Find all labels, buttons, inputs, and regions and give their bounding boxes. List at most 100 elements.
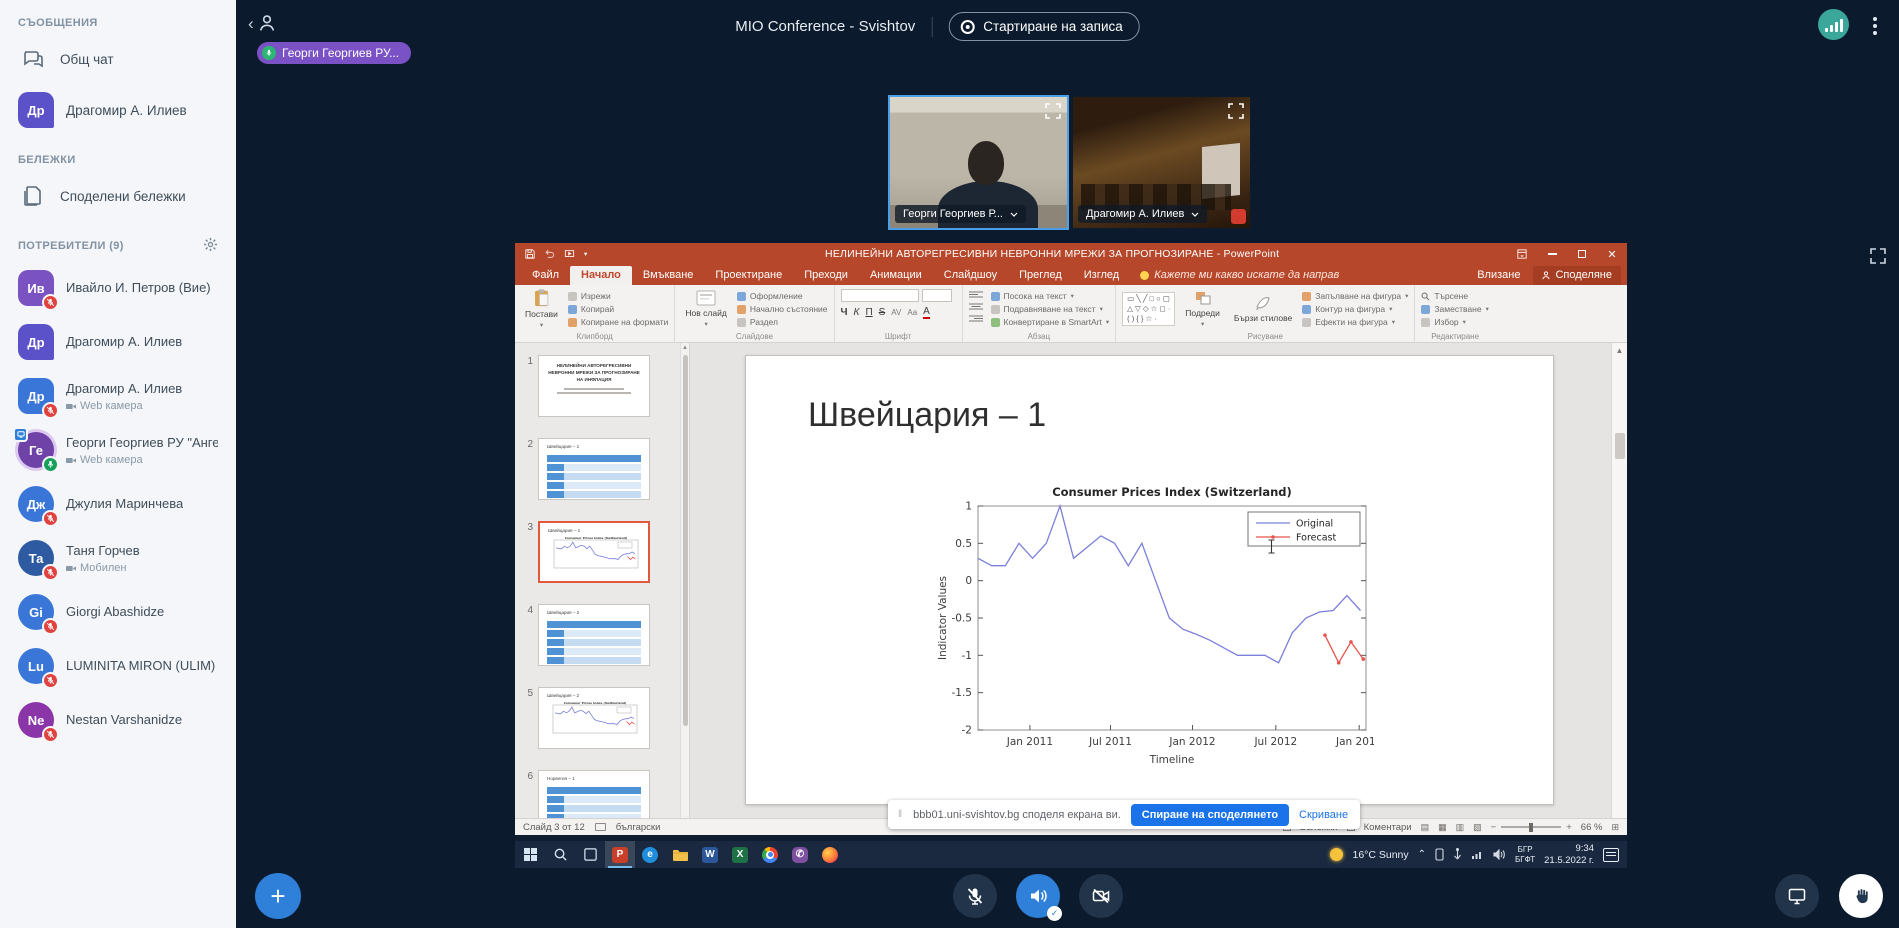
- expand-icon[interactable]: [1227, 102, 1245, 120]
- proofing-language[interactable]: български: [616, 822, 661, 833]
- toggle-userlist-button[interactable]: ‹: [248, 12, 278, 34]
- device-icon[interactable]: [1435, 848, 1444, 861]
- active-talker-badge[interactable]: Георги Георгиев РУ...: [257, 42, 411, 64]
- slide-thumbnail-2[interactable]: 2Швейцария – 1: [521, 438, 675, 500]
- ppt-titlebar[interactable]: ▾ НЕЛИНЕЙНИ АВТОРЕГРЕСИВНИ НЕВРОННИ МРЕЖ…: [515, 243, 1627, 265]
- shapes-gallery[interactable]: ▭ ╲ ╱ □ ○ ▢△ ▽ ◇ ☆ ◻ ·( ) { } ☆ ·: [1122, 292, 1175, 326]
- slide-thumbnail-6[interactable]: 6Норвегия – 1: [521, 770, 675, 818]
- taskbar-chrome[interactable]: [755, 841, 785, 868]
- connection-status-icon[interactable]: [1818, 9, 1849, 40]
- private-chat-item[interactable]: Др Драгомир А. Илиев: [0, 83, 236, 137]
- shape-outline-button[interactable]: Контур на фигура▾: [1302, 304, 1408, 314]
- weather-icon[interactable]: [1330, 848, 1343, 861]
- slide-sorter-icon[interactable]: ▦: [1438, 822, 1447, 833]
- align-left-icon[interactable]: [969, 291, 983, 299]
- quick-styles-button[interactable]: Бързи стилове: [1230, 289, 1296, 329]
- restore-button[interactable]: [1567, 243, 1597, 265]
- copy-button[interactable]: Копирай: [568, 304, 669, 314]
- user-list-item[interactable]: NeNestan Varshanidze: [0, 693, 236, 747]
- ppt-tab-2[interactable]: Вмъкване: [632, 266, 705, 285]
- presentation-fullscreen-icon[interactable]: [1868, 246, 1888, 266]
- stop-sharing-button[interactable]: Спиране на споделянето: [1131, 804, 1289, 826]
- smartart-button[interactable]: Конвертиране в SmartArt▾: [991, 317, 1110, 327]
- new-slide-button[interactable]: Нов слайд▾: [681, 289, 730, 329]
- ppt-tab-4[interactable]: Преходи: [793, 266, 859, 285]
- section-button[interactable]: Раздел: [737, 317, 828, 327]
- hide-toast-link[interactable]: Скриване: [1299, 809, 1348, 821]
- user-list-item[interactable]: ДрДрагомир А. Илиев: [0, 315, 236, 369]
- font-size-combobox[interactable]: [922, 289, 952, 302]
- audio-device-badge[interactable]: ✓: [1047, 906, 1062, 921]
- shape-fill-button[interactable]: Запълване на фигура▾: [1302, 291, 1408, 301]
- quick-access-toolbar[interactable]: ▾: [515, 249, 597, 259]
- shared-notes-item[interactable]: Споделени бележки: [0, 172, 236, 220]
- select-button[interactable]: Избор▾: [1421, 317, 1488, 327]
- ppt-tab-6[interactable]: Слайдшоу: [933, 266, 1008, 285]
- actions-plus-button[interactable]: +: [255, 873, 301, 919]
- minimize-presentation-button[interactable]: [1775, 874, 1819, 918]
- webcam-tile-georgi[interactable]: Георги Георгиев Р...: [888, 95, 1069, 230]
- slide-thumbnail-3[interactable]: 3Швейцария – 1Consumer Prices Index (Swi…: [521, 521, 675, 583]
- search-button[interactable]: [545, 841, 575, 868]
- tell-me-box[interactable]: Кажете ми какво искате да направ: [1130, 266, 1349, 285]
- user-list-item[interactable]: GiGiorgi Abashidze: [0, 585, 236, 639]
- ppt-tab-3[interactable]: Проектиране: [704, 266, 793, 285]
- slide-canvas[interactable]: Швейцария – 1 10.50-0.5-1-1.5-2Jan 2011J…: [745, 355, 1554, 805]
- strikethrough-button[interactable]: S: [879, 307, 886, 318]
- arrange-button[interactable]: Подреди▾: [1181, 289, 1224, 329]
- webcam-name-label[interactable]: Драгомир А. Илиев: [1078, 205, 1207, 223]
- user-list-item[interactable]: ТаТаня ГорчевМобилен: [0, 531, 236, 585]
- user-list-item[interactable]: ИвИвайло И. Петров (Вие): [0, 261, 236, 315]
- raise-hand-button[interactable]: [1839, 874, 1883, 918]
- cut-button[interactable]: Изрежи: [568, 291, 669, 301]
- clock[interactable]: 9:3421.5.2022 г.: [1544, 843, 1594, 867]
- taskbar-firefox[interactable]: [815, 841, 845, 868]
- taskbar-excel[interactable]: X: [725, 841, 755, 868]
- ppt-tab-0[interactable]: Файл: [521, 266, 570, 285]
- zoom-slider[interactable]: −+: [1491, 822, 1572, 833]
- start-button[interactable]: [515, 841, 545, 868]
- shape-effects-button[interactable]: Ефекти на фигура▾: [1302, 317, 1408, 327]
- speaker-icon[interactable]: [1493, 849, 1506, 860]
- start-recording-button[interactable]: Стартиране на записа: [948, 12, 1139, 41]
- action-center-icon[interactable]: [1603, 848, 1619, 862]
- slide-title[interactable]: Швейцария – 1: [808, 396, 1046, 435]
- taskbar-word[interactable]: W: [695, 841, 725, 868]
- task-view-button[interactable]: [575, 841, 605, 868]
- slide-thumbnail-1[interactable]: 1НЕЛИНЕЙНИ АВТОРЕГРЕСИВНИ НЕВРОННИ МРЕЖИ…: [521, 355, 675, 417]
- user-list-item[interactable]: ДжДжулия Маринчева: [0, 477, 236, 531]
- thumbnails-scrollbar[interactable]: ▲: [680, 343, 689, 818]
- align-center-icon[interactable]: [969, 303, 983, 311]
- find-button[interactable]: Търсене: [1421, 291, 1488, 301]
- change-case-button[interactable]: Aa: [907, 308, 917, 317]
- italic-button[interactable]: К: [854, 307, 860, 318]
- reading-view-icon[interactable]: ▥: [1456, 822, 1465, 833]
- replace-button[interactable]: Заместване▾: [1421, 304, 1488, 314]
- taskbar-viber[interactable]: ✆: [785, 841, 815, 868]
- weather-label[interactable]: 16°C Sunny: [1352, 849, 1408, 861]
- align-text-button[interactable]: Подравняване на текст▾: [991, 304, 1110, 314]
- ppt-tab-8[interactable]: Изглед: [1073, 266, 1130, 285]
- user-list-item[interactable]: ДрДрагомир А. ИлиевWeb камера: [0, 369, 236, 423]
- layout-button[interactable]: Оформление: [737, 291, 828, 301]
- slide-thumbnail-4[interactable]: 4Швейцария – 2: [521, 604, 675, 666]
- format-painter-button[interactable]: Копиране на формати: [568, 317, 669, 327]
- ribbon-display-button[interactable]: [1507, 243, 1537, 265]
- editor-scrollbar[interactable]: ▲: [1611, 343, 1627, 818]
- taskbar-explorer[interactable]: [665, 841, 695, 868]
- font-color-button[interactable]: A: [923, 306, 930, 319]
- minimize-button[interactable]: [1537, 243, 1567, 265]
- fit-slide-icon[interactable]: ⊞: [1611, 822, 1619, 833]
- tray-expand-icon[interactable]: ⌃: [1418, 849, 1426, 860]
- taskbar-powerpoint[interactable]: P: [605, 841, 635, 868]
- char-spacing-button[interactable]: AV: [891, 308, 901, 317]
- users-settings-gear-icon[interactable]: [203, 237, 218, 255]
- text-direction-button[interactable]: Посока на текст▾: [991, 291, 1110, 301]
- slide-thumbnail-5[interactable]: 5Швейцария – 2Consumer Prices Index (Swi…: [521, 687, 675, 749]
- webcam-tile-dragomir[interactable]: Драгомир А. Илиев: [1071, 95, 1252, 230]
- options-menu-button[interactable]: [1866, 13, 1884, 39]
- network-icon[interactable]: [1471, 849, 1484, 860]
- expand-icon[interactable]: [1044, 102, 1062, 120]
- share-button[interactable]: Споделяне: [1533, 266, 1621, 285]
- sign-in-button[interactable]: Влизане: [1468, 266, 1529, 285]
